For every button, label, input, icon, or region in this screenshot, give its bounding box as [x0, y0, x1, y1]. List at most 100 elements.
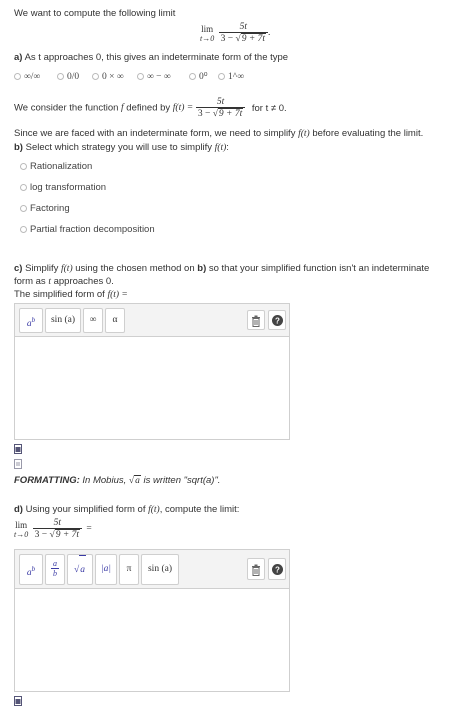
since-pre: Since we are faced with an indeterminate…: [14, 128, 299, 139]
sin-button[interactable]: sin (a): [45, 308, 81, 333]
mobius-doc-icon[interactable]: [14, 444, 22, 457]
func-def-num: 5t: [216, 97, 225, 107]
formatting-text: In Mobius,: [79, 475, 129, 486]
since-ft: f(t): [298, 129, 310, 139]
radio-circle[interactable]: [20, 183, 27, 191]
intro-text: We want to compute the following limit: [14, 8, 176, 19]
fraction-num: a: [53, 559, 57, 568]
option-label: Rationalization: [30, 161, 93, 172]
radio-circle[interactable]: [20, 225, 27, 233]
equation-toolbar-c: ab sin (a) ∞ α ?: [14, 303, 290, 337]
trash-button[interactable]: [247, 558, 265, 580]
part-c-line2: form as t approaches 0.: [14, 276, 114, 287]
func-def-den-rad: 9 + 7t: [217, 108, 244, 119]
limit-d-den-rad: 9 + 7t: [54, 529, 80, 540]
part-d-label: d): [14, 504, 23, 515]
fraction-den: b: [51, 568, 59, 578]
option-label: 0⁰: [199, 72, 208, 82]
option-b-log[interactable]: log transformation: [20, 182, 106, 193]
option-label: log transformation: [30, 182, 107, 193]
help-button[interactable]: ?: [268, 558, 286, 580]
limit-d-den-a: 3 −: [34, 530, 50, 540]
limit-period: .: [268, 28, 271, 39]
greek-button[interactable]: α: [105, 308, 125, 333]
radio-circle[interactable]: [189, 72, 196, 80]
page-doc-icon[interactable]: [14, 459, 22, 472]
limit-numerator: 5t: [239, 22, 247, 32]
sqrt-button[interactable]: √a: [67, 554, 93, 585]
part-b-text: Select which strategy you will use to si…: [25, 142, 215, 153]
radio-circle[interactable]: [57, 72, 64, 80]
answer-editor-d[interactable]: [14, 588, 290, 692]
sin-button[interactable]: sin (a): [141, 554, 179, 585]
part-c-post: so that your simplified function isn't a…: [206, 263, 430, 274]
exponent-sup: b: [31, 565, 36, 573]
option-b-partial[interactable]: Partial fraction decomposition: [20, 224, 155, 235]
radio-circle[interactable]: [14, 72, 21, 80]
func-def-pre: We consider the function: [14, 102, 122, 114]
option-b-factoring[interactable]: Factoring: [20, 203, 70, 214]
option-a-4[interactable]: ∞ − ∞: [137, 71, 171, 82]
pi-button[interactable]: π: [119, 554, 139, 585]
since-post: before evaluating the limit.: [309, 128, 424, 139]
limit-den-radicand: 9 + 7t: [240, 33, 266, 44]
since-text: Since we are faced with an indeterminate…: [14, 128, 423, 139]
svg-text:?: ?: [275, 317, 280, 326]
help-button[interactable]: ?: [268, 310, 286, 330]
limit-expression: lim t→0 5t 3 − √9 + 7t .: [200, 22, 271, 44]
part-c-pre: Simplify: [25, 263, 61, 274]
radio-circle[interactable]: [218, 72, 225, 80]
lim-d-sub: t→0: [14, 529, 29, 539]
option-a-2[interactable]: 0/0: [57, 71, 79, 82]
help-icon: ?: [271, 315, 283, 326]
option-label: Partial fraction decomposition: [30, 224, 155, 235]
option-a-1[interactable]: ∞/∞: [14, 71, 40, 82]
part-c-ft2: f(t) =: [107, 290, 128, 300]
infinity-button[interactable]: ∞: [83, 308, 103, 333]
part-c-label: c): [14, 263, 23, 274]
radio-circle[interactable]: [137, 72, 144, 80]
limit-d-equals: =: [86, 524, 92, 534]
part-b-label: b): [14, 142, 23, 153]
limit-d-numerator: 5t: [53, 518, 61, 528]
abs-button[interactable]: |a|: [95, 554, 117, 585]
part-c-line2-pre: form as: [14, 276, 49, 287]
limit-den-a: 3 −: [220, 34, 236, 44]
mobius-doc-icon-d[interactable]: [14, 696, 22, 709]
formatting-post: is written "sqrt(a)".: [140, 475, 221, 486]
func-def-den-a: 3 −: [197, 109, 213, 119]
func-def-ft: f(t) =: [172, 103, 194, 113]
part-b-colon: :: [226, 142, 229, 153]
func-def-mid: defined by: [123, 102, 173, 114]
option-a-5[interactable]: 0⁰: [189, 71, 208, 82]
trash-icon: [252, 315, 260, 327]
part-a-text: As t approaches 0, this gives an indeter…: [24, 52, 289, 63]
fraction-button[interactable]: ab: [45, 554, 65, 585]
equation-toolbar-d: ab ab √a |a| π sin (a) ?: [14, 549, 290, 589]
doc-icon: [14, 696, 22, 706]
radio-circle[interactable]: [20, 204, 27, 212]
function-definition: We consider the function f defined by f(…: [14, 97, 287, 119]
part-d-pre: Using your simplified form of: [25, 504, 149, 515]
trash-button[interactable]: [247, 310, 265, 330]
func-def-cond: for t ≠ 0.: [251, 102, 287, 114]
exponent-sup: b: [31, 316, 36, 324]
part-a-label: a): [14, 52, 23, 63]
formatting-sqrt: a: [134, 475, 141, 486]
radio-circle[interactable]: [92, 72, 99, 80]
radio-circle[interactable]: [20, 162, 27, 170]
part-c-mid: using the chosen method on: [72, 263, 198, 274]
option-a-3[interactable]: 0 × ∞: [92, 71, 124, 82]
answer-editor-c[interactable]: [14, 336, 290, 440]
option-b-rationalization[interactable]: Rationalization: [20, 161, 92, 172]
part-c-b: b): [197, 263, 207, 274]
limit-d-expression: lim t→0 5t 3 − √9 + 7t =: [14, 518, 92, 540]
part-b-question: b) Select which strategy you will use to…: [14, 142, 229, 153]
exponent-button[interactable]: ab: [19, 554, 43, 585]
exponent-button[interactable]: ab: [19, 308, 43, 333]
part-c-line3: The simplified form of f(t) =: [14, 289, 128, 300]
option-a-6[interactable]: 1^∞: [218, 71, 244, 82]
part-d-ft: f(t): [148, 505, 160, 515]
help-icon: ?: [271, 564, 283, 575]
sqrt-radicand: a: [79, 555, 86, 585]
